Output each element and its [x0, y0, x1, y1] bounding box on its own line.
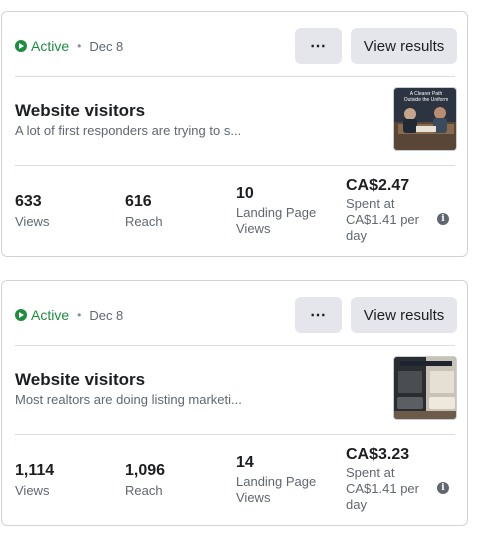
- ad-card: Active • Dec 8 ⋯ View results Website vi…: [1, 11, 468, 257]
- ad-thumbnail-image: A Clearer Path Outside the Uniform: [394, 88, 456, 150]
- metric-value: 10: [236, 185, 254, 202]
- metric-label: Spent at CA$1.41 per day: [346, 196, 419, 243]
- status-label: Active: [31, 38, 70, 54]
- ad-card: Active • Dec 8 ⋯ View results Website vi…: [1, 280, 468, 526]
- metric-label: Landing Page Views: [236, 474, 317, 505]
- metric-label: Reach: [125, 214, 163, 229]
- divider: [15, 76, 455, 77]
- ad-title[interactable]: Website visitors: [15, 101, 145, 121]
- ad-status-row: Active • Dec 8: [15, 36, 123, 56]
- ad-date: Dec 8: [89, 307, 124, 323]
- more-options-button[interactable]: ⋯: [295, 28, 342, 64]
- view-results-button[interactable]: View results: [351, 297, 457, 333]
- info-icon[interactable]: i: [437, 213, 449, 225]
- metric-value: 1,114: [15, 462, 55, 479]
- ad-subtitle: A lot of first responders are trying to …: [15, 123, 242, 138]
- divider: [15, 345, 455, 346]
- metric-views: 633 Views: [15, 192, 49, 230]
- info-icon[interactable]: i: [437, 482, 449, 494]
- play-icon: [15, 40, 27, 52]
- separator-dot: •: [77, 39, 82, 53]
- separator-dot: •: [77, 308, 82, 322]
- ad-status-row: Active • Dec 8: [15, 305, 123, 325]
- more-options-button[interactable]: ⋯: [295, 297, 342, 333]
- metric-value: 633: [15, 193, 42, 210]
- metric-label: Landing Page Views: [236, 205, 317, 236]
- metric-amount-spent: CA$3.23 Spent at CA$1.41 per day: [346, 445, 436, 513]
- divider: [15, 434, 455, 435]
- metric-reach: 1,096 Reach: [125, 461, 165, 499]
- metric-landing-page-views: 10 Landing Page Views: [236, 184, 326, 237]
- ad-thumbnail-image: [394, 357, 456, 419]
- metric-landing-page-views: 14 Landing Page Views: [236, 453, 326, 506]
- metric-value: CA$3.23: [346, 446, 410, 463]
- metric-label: Views: [15, 483, 50, 498]
- view-results-button[interactable]: View results: [351, 28, 457, 64]
- metric-value: 616: [125, 193, 152, 210]
- metric-value: 14: [236, 454, 254, 471]
- ad-thumbnail[interactable]: A Clearer Path Outside the Uniform: [393, 87, 457, 151]
- divider: [15, 165, 455, 166]
- metric-reach: 616 Reach: [125, 192, 163, 230]
- metric-views: 1,114 Views: [15, 461, 54, 499]
- thumbnail-caption-line-2: Outside the Uniform: [404, 97, 448, 103]
- metric-label: Views: [15, 214, 50, 229]
- ad-title[interactable]: Website visitors: [15, 370, 145, 390]
- status-label: Active: [31, 307, 70, 323]
- metric-value: 1,096: [125, 462, 166, 479]
- ad-date: Dec 8: [89, 38, 124, 54]
- metric-amount-spent: CA$2.47 Spent at CA$1.41 per day: [346, 176, 436, 244]
- metric-label: Reach: [125, 483, 163, 498]
- play-icon: [15, 309, 27, 321]
- metric-value: CA$2.47: [346, 177, 410, 194]
- ad-subtitle: Most realtors are doing listing marketi.…: [15, 392, 242, 407]
- ad-thumbnail[interactable]: [393, 356, 457, 420]
- metric-label: Spent at CA$1.41 per day: [346, 465, 419, 512]
